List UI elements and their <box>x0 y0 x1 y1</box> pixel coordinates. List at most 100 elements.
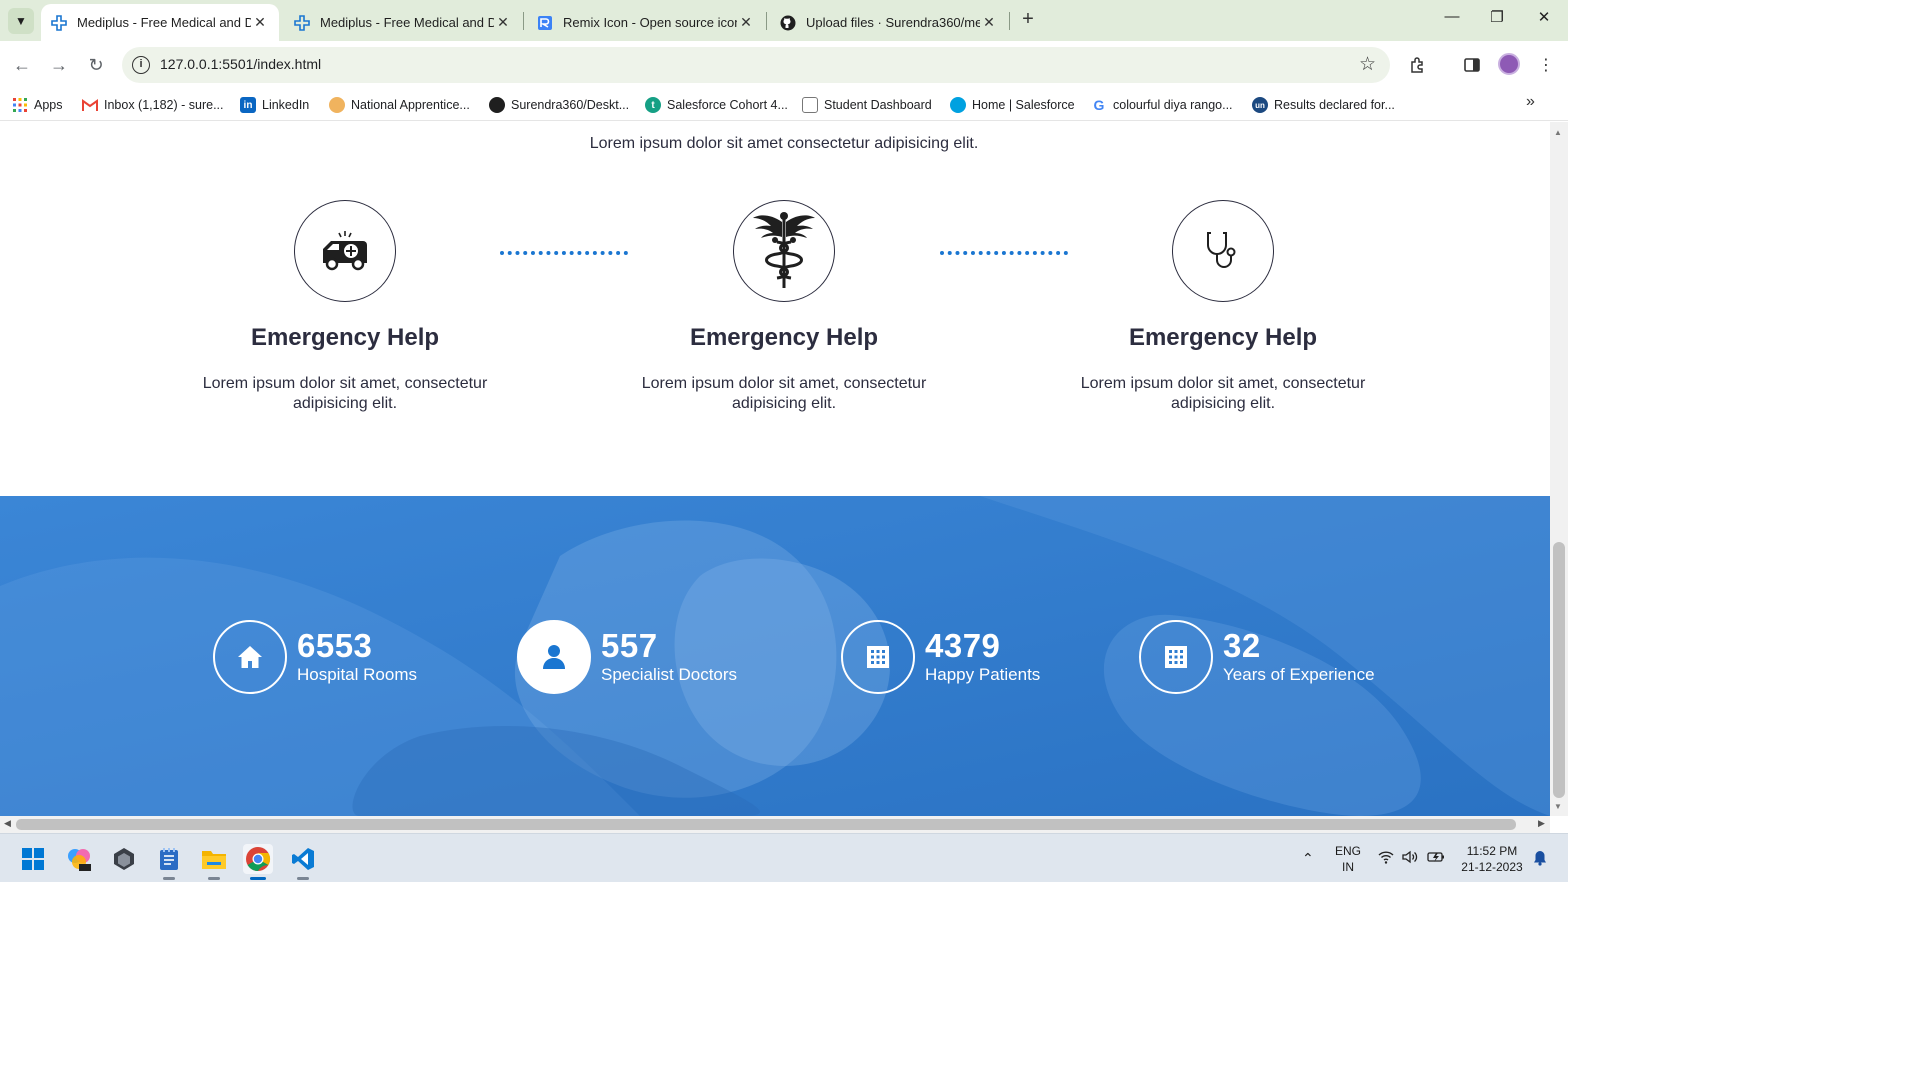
taskbar-app-cube[interactable] <box>109 844 139 874</box>
bookmarks-bar: Apps Inbox (1,182) - sure... in LinkedIn… <box>0 88 1568 121</box>
bookmark-star-icon[interactable]: ☆ <box>1359 53 1376 76</box>
tab-remix-icon[interactable]: Remix Icon - Open source icon ✕ <box>527 4 765 41</box>
language-indicator[interactable]: ENG IN <box>1333 843 1363 875</box>
reload-button[interactable]: ↻ <box>82 51 110 79</box>
ambulance-icon <box>323 231 367 271</box>
bookmark-label: Apps <box>34 98 63 112</box>
home-icon <box>238 646 262 668</box>
side-panel-icon[interactable] <box>1460 53 1484 77</box>
tab-github-upload[interactable]: Upload files · Surendra360/med ✕ <box>770 4 1008 41</box>
tab-divider <box>523 12 524 30</box>
running-indicator <box>208 877 220 880</box>
bookmark-national-apprentice[interactable]: National Apprentice... <box>329 95 470 115</box>
vertical-scrollbar[interactable]: ▲ ▼ <box>1550 122 1568 816</box>
unstop-icon: un <box>1252 97 1268 113</box>
stat-icon-circle <box>517 620 591 694</box>
stat-years-experience: 32 Years of Experience <box>1139 620 1375 694</box>
address-bar[interactable]: i 127.0.0.1:5501/index.html ☆ <box>122 47 1390 83</box>
taskbar-file-explorer[interactable] <box>199 844 229 880</box>
site-info-icon[interactable]: i <box>132 56 150 74</box>
language-code: ENG <box>1334 844 1361 858</box>
bookmark-apps[interactable]: Apps <box>12 95 63 115</box>
menu-kebab-icon[interactable]: ⋮ <box>1534 53 1558 77</box>
bookmark-github[interactable]: Surendra360/Deskt... <box>489 95 629 115</box>
scroll-up-icon[interactable]: ▲ <box>1554 128 1562 137</box>
feature-title: Emergency Help <box>1128 324 1318 351</box>
bookmark-results[interactable]: un Results declared for... <box>1252 95 1395 115</box>
close-tab-icon[interactable]: ✕ <box>980 14 998 31</box>
folder-icon <box>202 851 226 869</box>
tab-mediplus[interactable]: Mediplus - Free Medical and Do ✕ <box>284 4 522 41</box>
gmail-icon <box>82 97 98 113</box>
extensions-icon[interactable] <box>1406 53 1430 77</box>
tab-mediplus-active[interactable]: Mediplus - Free Medical and Do ✕ <box>41 4 279 41</box>
bookmark-linkedin[interactable]: in LinkedIn <box>240 95 309 115</box>
feature-icon-circle <box>294 200 396 302</box>
bookmarks-overflow-icon[interactable]: » <box>1526 93 1535 111</box>
clock[interactable]: 11:52 PM 21-12-2023 <box>1456 843 1528 875</box>
taskbar-copilot[interactable] <box>64 844 94 874</box>
building-icon <box>1165 646 1187 668</box>
arrow-right-icon: → <box>50 54 68 75</box>
tab-search-button[interactable]: ▼ <box>8 8 34 34</box>
bookmark-salesforce-cohort[interactable]: t Salesforce Cohort 4... <box>645 95 788 115</box>
profile-avatar[interactable] <box>1498 53 1520 75</box>
restore-button[interactable]: ❐ <box>1477 8 1517 32</box>
tray-overflow-chevron-icon[interactable]: ⌃ <box>1302 850 1314 867</box>
stat-number: 6553 <box>297 627 373 664</box>
salesforce-icon <box>950 97 966 113</box>
github-icon <box>780 15 796 31</box>
stat-label: Happy Patients <box>925 665 1041 684</box>
chrome-icon <box>246 847 271 871</box>
stat-label: Hospital Rooms <box>297 665 417 684</box>
forward-button[interactable]: → <box>45 51 73 79</box>
stat-label: Specialist Doctors <box>601 665 738 684</box>
scrollbar-thumb[interactable] <box>16 819 1516 830</box>
mediplus-icon <box>51 14 67 31</box>
volume-icon[interactable] <box>1402 850 1418 867</box>
taskbar-vscode[interactable] <box>288 844 318 880</box>
taskbar-chrome[interactable] <box>243 844 273 880</box>
feature-description: Lorem ipsum dolor sit amet, consectetur … <box>1080 375 1366 412</box>
arrow-left-icon: ← <box>13 54 31 75</box>
bookmark-gmail[interactable]: Inbox (1,182) - sure... <box>82 95 224 115</box>
running-indicator <box>163 877 175 880</box>
taskbar-notepad[interactable] <box>154 844 184 880</box>
bookmark-salesforce-home[interactable]: Home | Salesforce <box>950 95 1075 115</box>
feature-description: Lorem ipsum dolor sit amet, consectetur … <box>202 375 488 412</box>
battery-charging-icon[interactable] <box>1427 850 1445 867</box>
building-icon <box>867 646 889 668</box>
back-button[interactable]: ← <box>8 51 36 79</box>
clock-date: 21-12-2023 <box>1461 860 1523 874</box>
notification-bell-icon[interactable] <box>1533 850 1547 869</box>
stat-icon-circle <box>841 620 915 694</box>
bookmark-student-dashboard[interactable]: Student Dashboard <box>802 95 932 115</box>
scroll-down-icon[interactable]: ▼ <box>1554 802 1562 811</box>
horizontal-scrollbar[interactable]: ◀ ▶ <box>0 816 1550 833</box>
stat-label: Years of Experience <box>1223 665 1375 684</box>
scroll-right-icon[interactable]: ▶ <box>1538 818 1545 829</box>
bookmark-google-search[interactable]: G colourful diya rango... <box>1091 95 1233 115</box>
copilot-icon <box>68 849 91 871</box>
close-tab-icon[interactable]: ✕ <box>737 14 755 31</box>
running-indicator <box>250 877 266 880</box>
mediplus-icon <box>294 14 310 31</box>
page-viewport: Lorem ipsum dolor sit amet consectetur a… <box>0 122 1550 816</box>
new-tab-button[interactable]: + <box>1016 8 1040 32</box>
wifi-icon[interactable] <box>1378 850 1394 867</box>
stat-number: 32 <box>1223 627 1261 664</box>
restore-icon: ❐ <box>1490 9 1504 26</box>
close-window-button[interactable]: ✕ <box>1524 8 1564 32</box>
section-intro-text: Lorem ipsum dolor sit amet consectetur a… <box>589 135 979 152</box>
feature-card: Emergency Help Lorem ipsum dolor sit ame… <box>1053 200 1393 414</box>
scroll-left-icon[interactable]: ◀ <box>4 818 11 829</box>
close-tab-icon[interactable]: ✕ <box>494 14 512 31</box>
start-button[interactable] <box>18 844 48 874</box>
url-text[interactable]: 127.0.0.1:5501/index.html <box>160 56 321 72</box>
close-tab-icon[interactable]: ✕ <box>251 14 269 31</box>
bookmark-label: colourful diya rango... <box>1113 98 1233 112</box>
vscode-icon <box>292 848 314 870</box>
tab-title: Mediplus - Free Medical and Do <box>320 15 494 30</box>
scrollbar-thumb[interactable] <box>1553 542 1565 798</box>
minimize-button[interactable]: — <box>1432 8 1472 32</box>
